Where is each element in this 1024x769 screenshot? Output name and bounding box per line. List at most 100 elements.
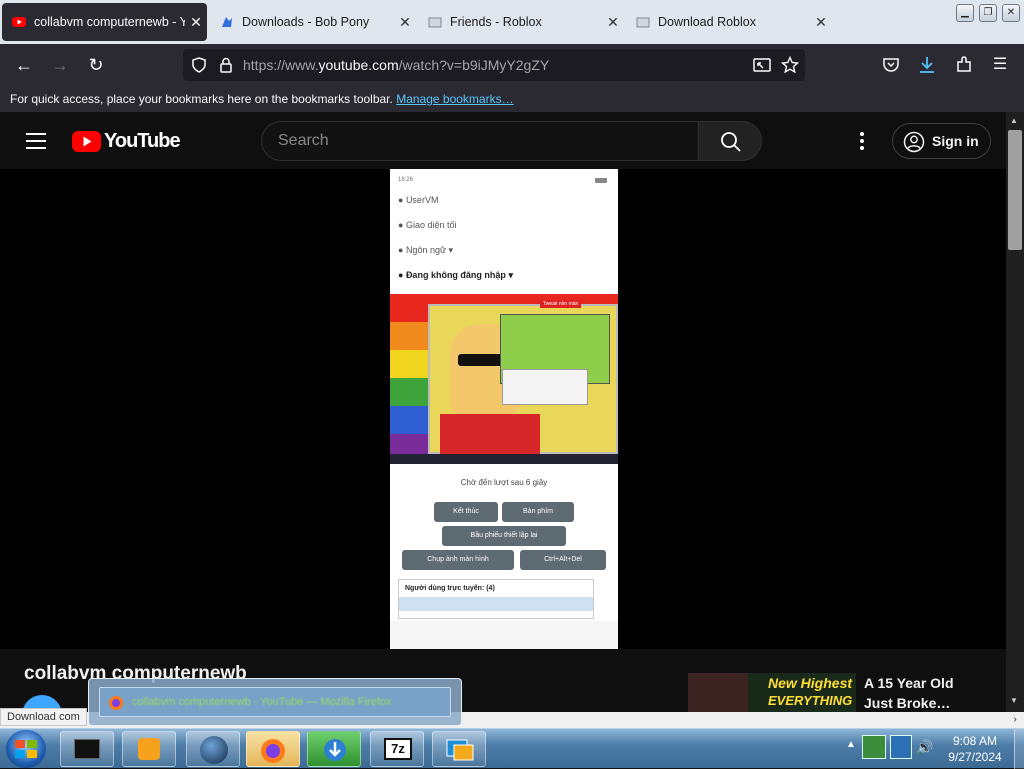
url-bar[interactable]: https://www.youtube.com/watch?v=b9iJMyY2… — [183, 49, 805, 81]
sign-in-button[interactable]: Sign in — [892, 123, 991, 159]
youtube-favicon-icon — [12, 17, 26, 27]
vm-screen: Tweak nền màn — [390, 294, 618, 464]
menu-item: ● Giao diện tối — [398, 220, 457, 230]
recommended-title-line[interactable]: Just Broke… — [864, 695, 950, 711]
volume-icon[interactable]: 🔊 — [916, 739, 933, 756]
scrollbar-thumb[interactable] — [1008, 130, 1022, 250]
close-window-button[interactable]: ✕ — [1002, 4, 1020, 22]
pocket-icon[interactable] — [882, 56, 900, 74]
forward-button[interactable]: → — [48, 54, 72, 76]
manage-bookmarks-link[interactable]: Manage bookmarks… — [396, 92, 513, 106]
clock-date: 9/27/2024 — [948, 750, 1002, 764]
close-tab-icon[interactable]: ✕ — [394, 14, 416, 31]
bookmark-star-icon[interactable] — [781, 56, 799, 74]
close-tab-icon[interactable]: ✕ — [602, 14, 624, 31]
search-icon — [721, 132, 741, 152]
tab-downloads-bob-pony[interactable]: Downloads - Bob Pony ✕ — [210, 3, 416, 41]
cartoon-shirt — [440, 414, 540, 454]
vm-label: Tweak nền màn — [540, 300, 582, 308]
wait-text: Chờ đến lượt sau 6 giây — [460, 478, 548, 487]
picture-in-picture-icon[interactable] — [753, 57, 771, 73]
bob-pony-favicon-icon — [222, 17, 232, 27]
video-frame-phone-screen: 18:26 ● UserVM ● Giao diện tối ● Ngôn ng… — [390, 169, 618, 649]
end-turn-button: Kết thúc — [434, 502, 498, 522]
menu-item: ● Ngôn ngữ ▾ — [398, 245, 454, 255]
bookmarks-hint: For quick access, place your bookmarks h… — [10, 92, 393, 106]
vm-taskbar — [390, 454, 618, 464]
taskbar-media-player[interactable] — [122, 731, 176, 767]
taskbar-7zip[interactable]: 7z — [370, 731, 424, 767]
tab-download-roblox[interactable]: Download Roblox ✕ — [626, 3, 832, 41]
status-panel: Download com — [0, 708, 87, 726]
page-favicon-icon — [636, 17, 650, 28]
shield-icon[interactable] — [191, 57, 207, 73]
system-clock[interactable]: 9:08 AM 9/27/2024 — [940, 733, 1010, 765]
monitor-tray-icon[interactable] — [890, 735, 912, 759]
menu-item: ● Đang không đăng nhập ▾ — [398, 270, 513, 280]
menu-item-label: UserVM — [405, 195, 439, 205]
tab-title: Friends - Roblox — [450, 15, 542, 29]
url-domain: youtube.com — [318, 57, 399, 73]
taskbar-remote-desktop[interactable] — [432, 731, 486, 767]
vm-dialog — [502, 369, 588, 405]
lock-icon[interactable] — [219, 57, 233, 73]
restore-button[interactable]: ❐ — [979, 4, 997, 22]
guide-menu-icon[interactable] — [26, 133, 46, 149]
taskbar-firefox[interactable] — [246, 731, 300, 767]
show-hidden-icons[interactable]: ▲ — [846, 739, 856, 750]
recommended-thumbnail[interactable]: New Highest EVERYTHING — [688, 673, 856, 712]
globe-icon — [200, 736, 228, 764]
hamburger-menu-icon[interactable]: ☰ — [988, 54, 1012, 76]
search-button[interactable] — [698, 121, 762, 161]
online-users-panel: Người dùng trực tuyến: (4) — [398, 579, 594, 619]
youtube-logo[interactable]: YouTube — [72, 130, 181, 153]
thumbnail-text: New Highest — [768, 675, 853, 691]
taskbar-preview-popup: collabvm computernewb - YouTube — Mozill… — [88, 678, 462, 726]
preview-item[interactable]: collabvm computernewb - YouTube — Mozill… — [99, 687, 451, 717]
extensions-icon[interactable] — [955, 56, 973, 74]
menu-item-label: Ngôn ngữ — [405, 245, 446, 255]
close-tab-icon[interactable]: ✕ — [810, 14, 832, 31]
windows-logo-icon — [15, 740, 37, 758]
reload-button[interactable]: ↻ — [84, 54, 108, 76]
clock-time: 9:08 AM — [952, 734, 998, 748]
screenshot-button: Chụp ảnh màn hình — [402, 550, 514, 570]
more-options-icon[interactable] — [860, 132, 864, 150]
phone-navigation-bar — [390, 621, 618, 649]
close-tab-icon[interactable]: ✕ — [185, 14, 207, 31]
start-button[interactable] — [6, 730, 46, 768]
downloads-icon[interactable] — [918, 55, 936, 75]
menu-item-label: Giao diện tối — [405, 220, 457, 230]
url-text[interactable]: https://www.youtube.com/watch?v=b9iJMyY2… — [243, 57, 549, 73]
tab-friends-roblox[interactable]: Friends - Roblox ✕ — [418, 3, 624, 41]
status-text: Download com — [7, 711, 80, 723]
search-input[interactable]: Search — [261, 121, 699, 161]
scroll-right-icon[interactable]: › — [1006, 712, 1024, 728]
tab-title: Downloads - Bob Pony — [242, 15, 370, 29]
back-button[interactable]: ← — [12, 54, 36, 76]
console-icon — [74, 739, 100, 759]
search-placeholder: Search — [278, 132, 329, 149]
network-tray-icon[interactable] — [862, 735, 886, 759]
tab-youtube[interactable]: collabvm computernewb - YouTube ✕ — [2, 3, 207, 41]
taskbar-globe[interactable] — [186, 731, 240, 767]
taskbar-download-manager[interactable] — [307, 731, 361, 767]
scroll-up-icon[interactable]: ▲ — [1010, 116, 1018, 125]
taskbar-cmd[interactable] — [60, 731, 114, 767]
show-desktop-button[interactable] — [1014, 729, 1024, 769]
scroll-down-icon[interactable]: ▼ — [1010, 696, 1018, 705]
page-scrollbar[interactable]: ▲ ▼ — [1006, 112, 1024, 712]
video-player[interactable]: 18:26 ● UserVM ● Giao diện tối ● Ngôn ng… — [0, 169, 1006, 649]
media-player-icon — [138, 738, 160, 760]
bookmarks-toolbar: For quick access, place your bookmarks h… — [0, 86, 1024, 112]
recommended-title-line[interactable]: A 15 Year Old — [864, 675, 954, 691]
url-prefix: https://www. — [243, 57, 319, 73]
navigation-toolbar: ← → ↻ https://www.youtube.com/watch?v=b9… — [0, 44, 1024, 86]
thumbnail-text: EVERYTHING — [768, 693, 853, 708]
vote-reset-button: Bầu phiếu thiết lập lại — [442, 526, 566, 546]
ctrl-alt-del-button: Ctrl+Alt+Del — [520, 550, 606, 570]
remote-desktop-icon — [446, 739, 474, 761]
keyboard-button: Bàn phím — [502, 502, 574, 522]
minimize-button[interactable]: ▁ — [956, 4, 974, 22]
youtube-header: YouTube Search Sign in — [0, 112, 1006, 169]
